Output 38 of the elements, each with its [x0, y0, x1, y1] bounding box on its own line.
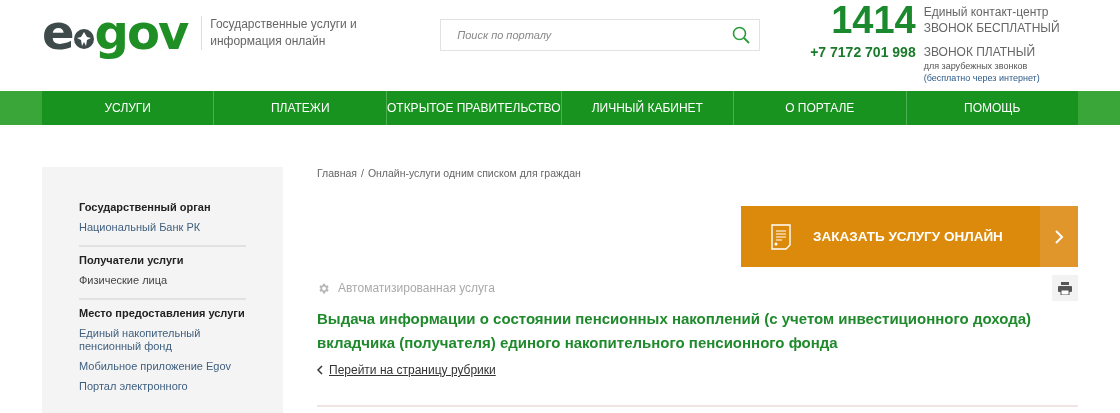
hotline-label: Единый контакт-центр — [923, 4, 1050, 20]
document-icon — [771, 223, 791, 250]
sidebar-heading: Место предоставления услуги — [79, 307, 246, 319]
search-icon[interactable] — [732, 26, 751, 44]
nav-item[interactable]: ПОМОЩЬ — [905, 91, 1078, 125]
logo-text: e — [42, 8, 73, 56]
service-title: Выдача информации о состоянии пенсионных накоплений (с учетом инвестиционного дохода) вкладчика (получателя) единого накопительного пенсионного фонда — [317, 309, 1032, 353]
sidebar-link[interactable]: Мобильное приложение Egov — [79, 360, 253, 373]
gear-icon — [317, 281, 330, 295]
sidebar-text: Физические лица — [79, 274, 169, 287]
nav-item[interactable]: ЛИЧНЫЙ КАБИНЕТ — [560, 91, 733, 125]
nav-item[interactable]: О ПОРТАЛЕ — [733, 91, 906, 125]
sidebar-link[interactable]: Национальный Банк РК — [79, 221, 246, 234]
breadcrumb-link[interactable]: Главная — [317, 167, 357, 179]
back-link[interactable]: Перейти на страницу рубрики — [329, 363, 496, 377]
printer-icon — [1058, 281, 1072, 295]
breadcrumb-separator: / — [360, 167, 364, 179]
phone-number: +7 7172 701 998 — [810, 44, 916, 60]
phone-note: ЗВОНОК ПЛАТНЫЙ — [923, 44, 1036, 60]
foreign-note: для зарубежных звонков — [923, 60, 1029, 72]
tagline: Государственные услуги и информация онлайн — [201, 16, 371, 50]
chevron-right-icon — [1054, 229, 1064, 244]
sidebar-heading: Получатели услуги — [79, 254, 185, 266]
nav-item[interactable]: ОТКРЫТОЕ ПРАВИТЕЛЬСТВО — [385, 91, 561, 125]
chevron-left-icon — [317, 365, 323, 375]
service-type-label: Автоматизированная услуга — [338, 281, 495, 295]
sidebar-heading: Государственный орган — [79, 201, 212, 213]
emblem-icon — [73, 29, 94, 49]
hotline-note: ЗВОНОК БЕСПЛАТНЫЙ — [923, 20, 1060, 36]
search-field[interactable]: Поиск по порталу — [440, 19, 761, 51]
hotline-number: 1414 — [830, 0, 916, 40]
internet-note: (бесплатно через интернет) — [923, 72, 1041, 84]
breadcrumb-link[interactable]: Онлайн-услуги одним списком для граждан — [367, 167, 581, 179]
print-button[interactable] — [1052, 275, 1078, 301]
sidebar-link[interactable]: Портал электронного — [79, 380, 253, 393]
nav-item[interactable]: УСЛУГИ — [42, 91, 214, 125]
nav-item[interactable]: ПЛАТЕЖИ — [213, 91, 386, 125]
sidebar-link[interactable]: Единый накопительный пенсионный фонд — [79, 327, 253, 353]
